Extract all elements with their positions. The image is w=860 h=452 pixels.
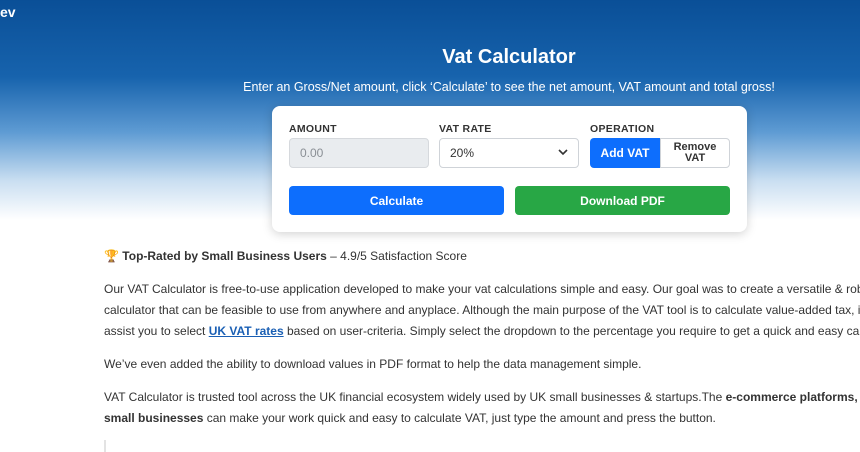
- p1-line2: calculator that can be feasible to use f…: [104, 303, 860, 317]
- rating-title: Top-Rated by Small Business Users: [122, 249, 327, 263]
- intro-paragraph: Our VAT Calculator is free-to-use applic…: [104, 279, 860, 342]
- trophy-icon: 🏆: [104, 249, 119, 263]
- trusted-paragraph: VAT Calculator is trusted tool across th…: [104, 387, 860, 429]
- rating-line: 🏆 Top-Rated by Small Business Users – 4.…: [104, 246, 860, 267]
- brand-logo[interactable]: ev: [0, 4, 16, 20]
- p3-line2-post: can make your work quick and easy to cal…: [203, 411, 716, 425]
- p3-line2-bold: small businesses: [104, 411, 204, 425]
- pdf-paragraph: We’ve even added the ability to download…: [104, 357, 642, 371]
- page-title: Vat Calculator: [442, 46, 576, 68]
- amount-label: AMOUNT: [289, 123, 337, 135]
- divider: [104, 440, 106, 452]
- vat-rate-select[interactable]: 20%: [439, 138, 579, 168]
- chevron-down-icon: [558, 148, 568, 159]
- p3-line1-pre: VAT Calculator is trusted tool across th…: [104, 390, 726, 404]
- calculate-button[interactable]: Calculate: [289, 186, 504, 215]
- remove-vat-button[interactable]: Remove VAT: [660, 138, 730, 168]
- vat-rate-value: 20%: [450, 146, 475, 160]
- description-content: 🏆 Top-Rated by Small Business Users – 4.…: [104, 246, 860, 441]
- rating-score: – 4.9/5 Satisfaction Score: [326, 249, 467, 263]
- vat-rate-label: VAT RATE: [439, 123, 492, 135]
- amount-input[interactable]: [289, 138, 429, 168]
- p1-line3-post: based on user-criteria. Simply select th…: [283, 324, 860, 338]
- add-vat-button[interactable]: Add VAT: [590, 138, 660, 168]
- calculator-card: AMOUNT VAT RATE 20% OPERATION Add VAT Re…: [272, 106, 747, 232]
- p1-line1: Our VAT Calculator is free-to-use applic…: [104, 282, 860, 296]
- p3-line1-bold: e-commerce platforms, freelan: [725, 390, 860, 404]
- operation-label: OPERATION: [590, 123, 655, 135]
- p1-line3-pre: assist you to select: [104, 324, 209, 338]
- page-subtitle: Enter an Gross/Net amount, click ‘Calcul…: [243, 80, 775, 94]
- download-pdf-button[interactable]: Download PDF: [515, 186, 730, 215]
- uk-vat-rates-link[interactable]: UK VAT rates: [209, 324, 284, 338]
